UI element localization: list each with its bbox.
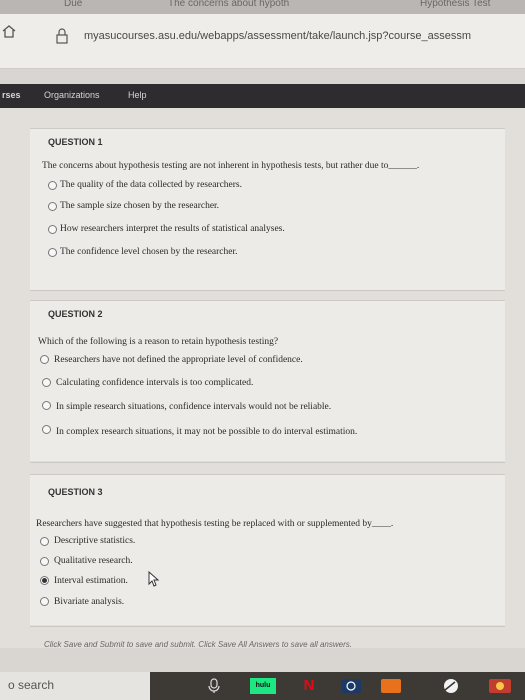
question-text: Researchers have suggested that hypothes… [36, 519, 394, 529]
question-heading: QUESTION 1 [48, 137, 103, 147]
radio-button[interactable] [40, 537, 49, 546]
question-card-2: QUESTION 2 Which of the following is a r… [30, 300, 505, 461]
option-label[interactable]: The quality of the data collected by res… [60, 180, 242, 190]
radio-button[interactable] [42, 425, 51, 434]
question-card-3: QUESTION 3 Researchers have suggested th… [30, 474, 505, 625]
radio-button-selected[interactable] [40, 576, 49, 585]
lock-icon [56, 28, 68, 44]
option-label[interactable]: In complex research situations, it may n… [56, 427, 357, 437]
question-heading: QUESTION 3 [48, 487, 103, 497]
radio-button[interactable] [42, 401, 51, 410]
radio-button[interactable] [48, 225, 57, 234]
home-icon[interactable] [2, 24, 16, 38]
question-heading: QUESTION 2 [48, 309, 103, 319]
option-label[interactable]: The confidence level chosen by the resea… [60, 247, 238, 257]
search-placeholder: o search [8, 678, 55, 692]
option-label[interactable]: The sample size chosen by the researcher… [60, 201, 219, 211]
radio-button[interactable] [42, 378, 51, 387]
option-label[interactable]: In simple research situations, confidenc… [56, 402, 331, 412]
mouse-cursor-icon [148, 571, 160, 587]
tab-due[interactable]: Due [64, 0, 82, 9]
game-app-icon[interactable] [488, 678, 512, 694]
option-label[interactable]: Calculating confidence intervals is too … [56, 378, 253, 388]
question-card-1: QUESTION 1 The concerns about hypothesis… [30, 128, 505, 291]
radio-button[interactable] [40, 597, 49, 606]
tab-hypothesis-test[interactable]: Hypothesis Test [420, 0, 490, 9]
tab-concerns[interactable]: The concerns about hypoth [168, 0, 289, 9]
option-label[interactable]: Researchers have not defined the appropr… [54, 355, 303, 365]
option-label[interactable]: Descriptive statistics. [54, 536, 135, 546]
taskbar-search-box[interactable]: o search [0, 672, 150, 700]
option-label[interactable]: Bivariate analysis. [54, 597, 124, 607]
option-label[interactable]: Qualitative research. [54, 556, 133, 566]
divider [30, 290, 505, 291]
nav-organizations[interactable]: Organizations [44, 90, 100, 100]
sketch-app-icon[interactable] [440, 678, 462, 694]
radio-button[interactable] [40, 355, 49, 364]
hulu-app-icon[interactable]: hulu [250, 678, 276, 694]
taskbar: o search hulu N [0, 672, 525, 700]
browser-tab-strip: Due The concerns about hypoth Hypothesis… [0, 0, 525, 14]
orange-app-icon[interactable] [380, 678, 402, 694]
radio-button[interactable] [48, 181, 57, 190]
save-instructions: Click Save and Submit to save and submit… [44, 640, 352, 649]
divider [30, 462, 505, 463]
nav-courses[interactable]: rses [2, 90, 21, 100]
radio-button[interactable] [48, 248, 57, 257]
question-text: The concerns about hypothesis testing ar… [42, 161, 420, 171]
radio-button[interactable] [48, 202, 57, 211]
address-bar: myasucourses.asu.edu/webapps/assessment/… [0, 14, 525, 69]
netflix-app-icon[interactable]: N [300, 678, 318, 694]
nav-help[interactable]: Help [128, 90, 147, 100]
top-nav: rses Organizations Help [0, 84, 525, 108]
url-text[interactable]: myasucourses.asu.edu/webapps/assessment/… [84, 30, 471, 42]
sports-app-icon[interactable] [340, 678, 362, 694]
microphone-icon[interactable] [208, 678, 220, 694]
option-label[interactable]: Interval estimation. [54, 576, 128, 586]
divider [30, 626, 505, 627]
question-text: Which of the following is a reason to re… [38, 337, 279, 347]
option-label[interactable]: How researchers interpret the results of… [60, 224, 285, 234]
radio-button[interactable] [40, 557, 49, 566]
